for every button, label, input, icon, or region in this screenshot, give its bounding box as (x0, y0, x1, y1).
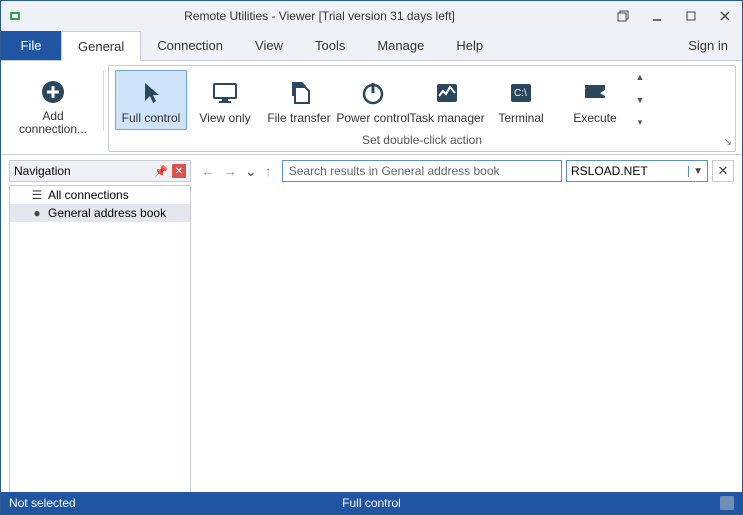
search-filter-value: RSLOAD.NET (571, 164, 648, 178)
file-menu-button[interactable]: File (1, 31, 61, 60)
ribbon-scroll-up-icon[interactable]: ▲ (633, 72, 647, 82)
execute-button[interactable]: Execute (559, 70, 631, 130)
cursor-icon (135, 77, 167, 109)
add-connection-group: Add connection... (7, 65, 99, 152)
power-control-button[interactable]: Power control (337, 70, 409, 130)
title-bar: Remote Utilities - Viewer [Trial version… (1, 1, 742, 31)
activity-icon (431, 77, 463, 109)
search-filter-combo[interactable]: RSLOAD.NET ▼ (566, 160, 708, 182)
double-click-action-group: Full control View only File transfer (108, 65, 736, 152)
navigation-panel-header: Navigation 📌 ✕ (9, 160, 191, 182)
window-title: Remote Utilities - Viewer [Trial version… (33, 9, 606, 23)
tab-view[interactable]: View (239, 31, 299, 60)
forward-button[interactable]: → (223, 163, 237, 180)
ribbon: Add connection... Full control View only (1, 61, 742, 155)
status-grip-icon (720, 496, 734, 510)
tab-connection[interactable]: Connection (141, 31, 239, 60)
close-panel-icon[interactable]: ✕ (172, 164, 186, 178)
tab-help[interactable]: Help (440, 31, 499, 60)
sign-in-link[interactable]: Sign in (674, 31, 742, 60)
status-selection: Not selected (9, 496, 76, 510)
power-icon (357, 77, 389, 109)
terminal-button[interactable]: C:\ Terminal (485, 70, 557, 130)
svg-text:C:\: C:\ (514, 88, 527, 99)
file-transfer-button[interactable]: File transfer (263, 70, 335, 130)
history-nav: ← → ⌄ ↑ (195, 163, 278, 180)
add-connection-button[interactable]: Add connection... (13, 69, 93, 141)
pin-icon[interactable]: 📌 (154, 165, 168, 178)
navigation-panel-title: Navigation (14, 164, 71, 178)
search-input[interactable]: Search results in General address book (282, 160, 562, 182)
maximize-button[interactable] (674, 1, 708, 31)
terminal-icon: C:\ (505, 77, 537, 109)
execute-icon (579, 77, 611, 109)
up-button[interactable]: ↑ (265, 163, 272, 180)
clear-search-button[interactable]: ✕ (712, 160, 734, 182)
add-connection-label: Add connection... (19, 110, 87, 136)
status-mode: Full control (342, 496, 401, 510)
tab-tools[interactable]: Tools (299, 31, 361, 60)
ribbon-group-caption: Set double-click action (115, 130, 729, 151)
tree-item-general-address-book[interactable]: ● General address book (10, 204, 190, 222)
list-icon: ☰ (32, 188, 42, 202)
bullet-icon: ● (32, 206, 42, 220)
ribbon-dialog-launcher-icon[interactable]: ↘ (724, 137, 732, 148)
content-area (191, 185, 742, 509)
tab-general[interactable]: General (61, 31, 141, 61)
ribbon-scroll-down-icon[interactable]: ▼ (633, 95, 647, 105)
view-only-button[interactable]: View only (189, 70, 261, 130)
status-bar: Not selected Full control (1, 492, 742, 514)
ribbon-expand-icon[interactable]: ▾ (633, 117, 647, 128)
window-restore-icon[interactable] (606, 1, 640, 31)
tab-manage[interactable]: Manage (361, 31, 440, 60)
toolbar-row: Navigation 📌 ✕ ← → ⌄ ↑ Search results in… (1, 155, 742, 185)
app-icon (7, 6, 27, 26)
task-manager-button[interactable]: Task manager (411, 70, 483, 130)
back-button[interactable]: ← (201, 163, 215, 180)
plus-circle-icon (37, 76, 69, 108)
menu-bar: File General Connection View Tools Manag… (1, 31, 742, 61)
close-button[interactable] (708, 1, 742, 31)
main-body: ☰ All connections ● General address book (1, 185, 742, 509)
monitor-icon (209, 77, 241, 109)
full-control-button[interactable]: Full control (115, 70, 187, 130)
chevron-down-icon[interactable]: ▼ (688, 166, 703, 177)
files-icon (283, 77, 315, 109)
navigation-tree[interactable]: ☰ All connections ● General address book (9, 185, 191, 509)
minimize-button[interactable] (640, 1, 674, 31)
dropdown-history-icon[interactable]: ⌄ (245, 163, 257, 180)
tree-item-all-connections[interactable]: ☰ All connections (10, 186, 190, 204)
